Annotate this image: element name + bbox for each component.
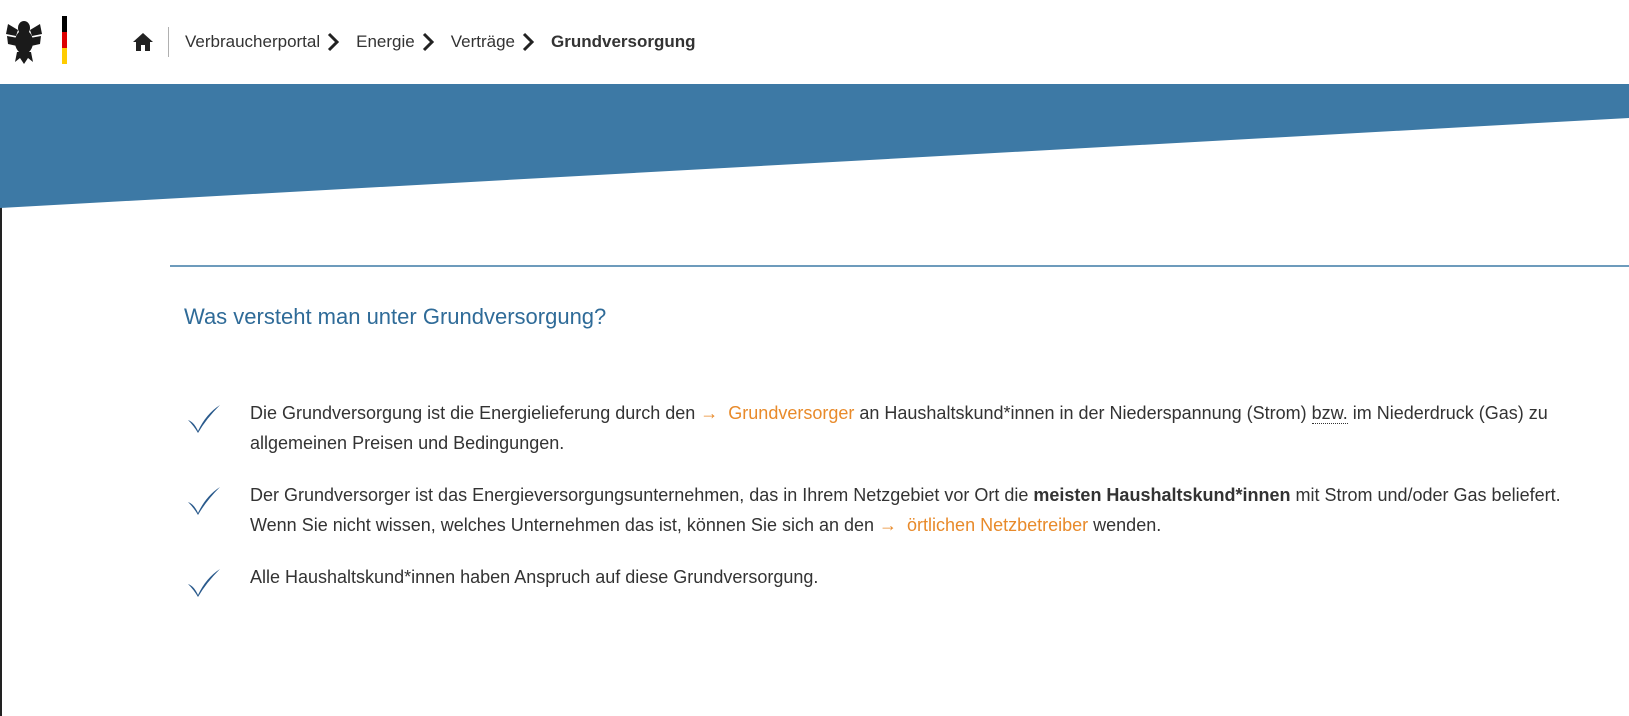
federal-eagle-logo [6,16,67,64]
chevron-right-icon [522,32,535,52]
item-text-part: wenden. [1093,515,1162,535]
header-banner [0,84,1629,208]
arrow-right-icon: → [700,403,719,423]
chevron-right-icon [328,32,340,52]
grundversorger-link[interactable]: → Grundversorger [700,403,854,423]
breadcrumb-item-verbraucherportal[interactable]: Verbraucherportal [185,32,320,52]
item-text-part: an Haushaltskund*innen in der Niederspan… [859,403,1307,423]
item-text-part: Alle Haushaltskund*innen haben Anspruch … [250,567,819,587]
breadcrumb-current: Grundversorgung [551,32,696,51]
breadcrumb-item-energie[interactable]: Energie [356,32,415,52]
netzbetreiber-link-text: örtlichen Netzbetreiber [907,515,1089,535]
emphasis-text: meisten Haushaltskund*innen [1033,485,1291,505]
netzbetreiber-link[interactable]: → örtlichen Netzbetreiber [879,515,1088,535]
list-item: Die Grundversorgung ist die Energieliefe… [186,398,1606,458]
top-bar: Verbraucherportal Energie Verträge Grund… [0,0,1629,84]
grundversorger-link-text: Grundversorger [728,403,855,423]
item-text-part: Der Grundversorger ist das Energieversor… [250,485,1029,505]
section-divider [170,265,1629,267]
checklist: Die Grundversorgung ist die Energieliefe… [186,398,1606,614]
home-icon[interactable] [132,31,154,53]
chevron-right-icon [422,32,434,52]
list-item: Alle Haushaltskund*innen haben Anspruch … [186,562,1606,597]
breadcrumb-item-vertraege[interactable]: Verträge [451,32,515,52]
list-item: Der Grundversorger ist das Energieversor… [186,480,1606,540]
abbreviation-bzw[interactable]: bzw. [1311,403,1348,424]
checkmark-icon [188,569,220,597]
section-title: Was versteht man unter Grundversorgung? [184,304,607,329]
checkmark-icon [188,487,220,515]
item-text-part: Die Grundversorgung ist die Energieliefe… [250,403,696,423]
checkmark-icon [188,405,220,433]
arrow-right-icon: → [879,515,898,535]
breadcrumb: Verbraucherportal Energie Verträge Grund… [132,26,696,58]
breadcrumb-divider [168,27,169,57]
